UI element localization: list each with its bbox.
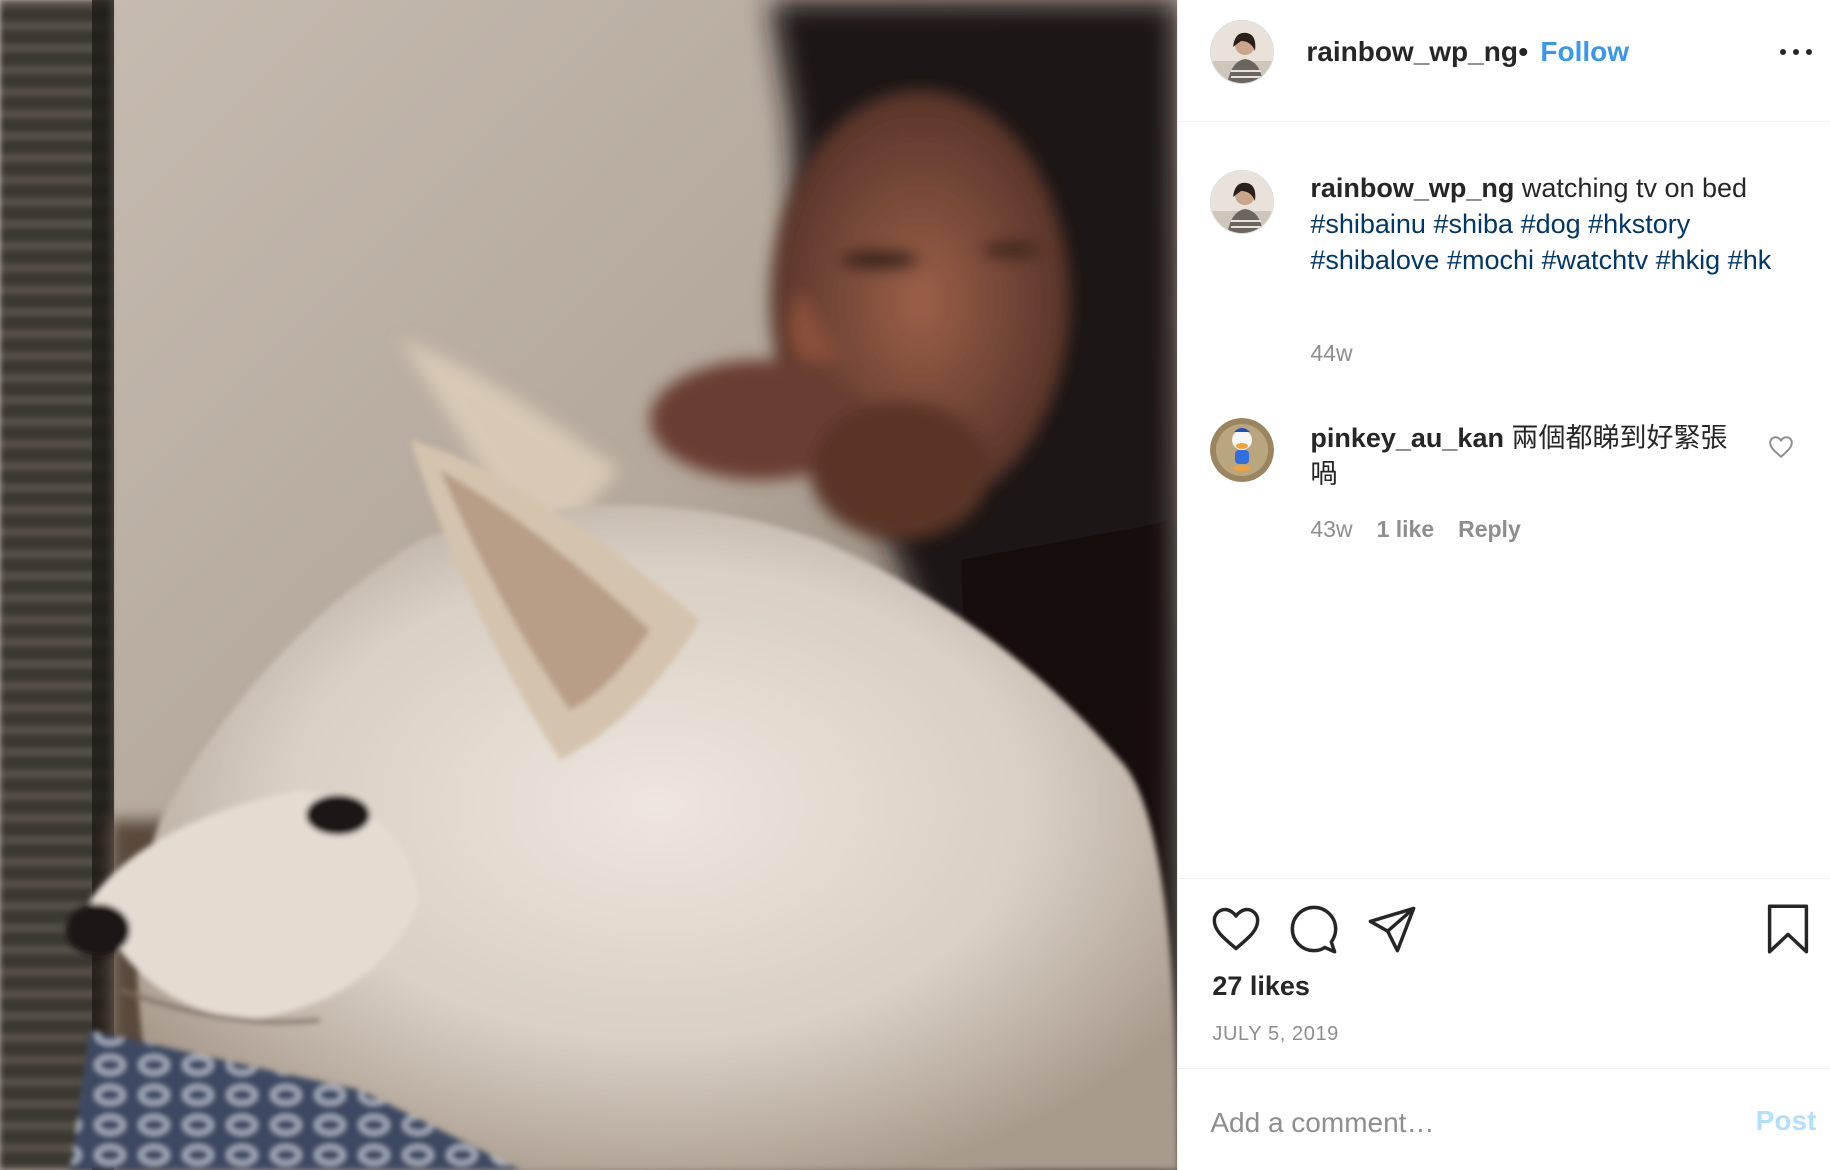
follow-button[interactable]: Follow [1540, 36, 1629, 68]
caption-body: watching tv on bed [1521, 173, 1748, 203]
add-comment-section: Post [1178, 1068, 1830, 1170]
hashtag-link[interactable]: #shiba [1433, 209, 1513, 239]
comment-reply-button[interactable]: Reply [1458, 516, 1521, 543]
instagram-post: rainbow_wp_ng • Follow rainbow_wp_ng wat… [0, 0, 1830, 1170]
hashtag-link[interactable]: #mochi [1447, 245, 1534, 275]
comment-like-heart-icon[interactable] [1768, 434, 1794, 460]
caption-timestamp[interactable]: 44w [1310, 340, 1352, 367]
header-separator: • [1518, 36, 1529, 67]
hashtag-link[interactable]: #hk [1728, 245, 1772, 275]
caption-username[interactable]: rainbow_wp_ng [1310, 173, 1514, 203]
comment-timestamp[interactable]: 43w [1310, 516, 1352, 543]
post-actions: 27 likes JULY 5, 2019 [1178, 878, 1830, 1068]
more-horizontal-icon[interactable] [1776, 30, 1816, 70]
post-date[interactable]: JULY 5, 2019 [1212, 1023, 1339, 1046]
caption-text: rainbow_wp_ng watching tv on bed #shibai… [1310, 170, 1810, 278]
comment-username[interactable]: pinkey_au_kan [1310, 423, 1504, 453]
hashtag-link[interactable]: #dog [1521, 209, 1581, 239]
share-paper-plane-icon[interactable] [1366, 903, 1418, 955]
hashtag-link[interactable]: #hkig [1656, 245, 1721, 275]
comment-bubble-icon[interactable] [1288, 903, 1340, 955]
add-comment-input[interactable] [1210, 1103, 1711, 1143]
likes-count[interactable]: 27 likes [1212, 971, 1310, 1002]
post-header: rainbow_wp_ng • Follow [1178, 0, 1830, 122]
comment-likes-count[interactable]: 1 like [1377, 516, 1435, 543]
post-side-panel: rainbow_wp_ng • Follow rainbow_wp_ng wat… [1178, 0, 1830, 1170]
comment-meta: 43w 1 like Reply [1310, 516, 1520, 543]
hashtag-link[interactable]: #hkstory [1588, 209, 1690, 239]
photo-dog-and-man [0, 0, 1178, 1170]
hashtag-link[interactable]: #watchtv [1542, 245, 1649, 275]
caption-author-avatar[interactable] [1210, 170, 1275, 234]
hashtag-link[interactable]: #shibainu [1310, 209, 1426, 239]
hashtag-link[interactable]: #shibalove [1310, 245, 1439, 275]
like-heart-icon[interactable] [1210, 903, 1262, 955]
author-username[interactable]: rainbow_wp_ng [1306, 36, 1518, 68]
save-bookmark-icon[interactable] [1762, 903, 1814, 955]
commenter-avatar[interactable] [1210, 418, 1275, 482]
author-avatar[interactable] [1210, 20, 1275, 84]
comment-text: pinkey_au_kan 兩個都睇到好緊張喎 [1310, 420, 1750, 492]
post-photo[interactable] [0, 0, 1179, 1170]
post-comment-button[interactable]: Post [1756, 1105, 1817, 1137]
